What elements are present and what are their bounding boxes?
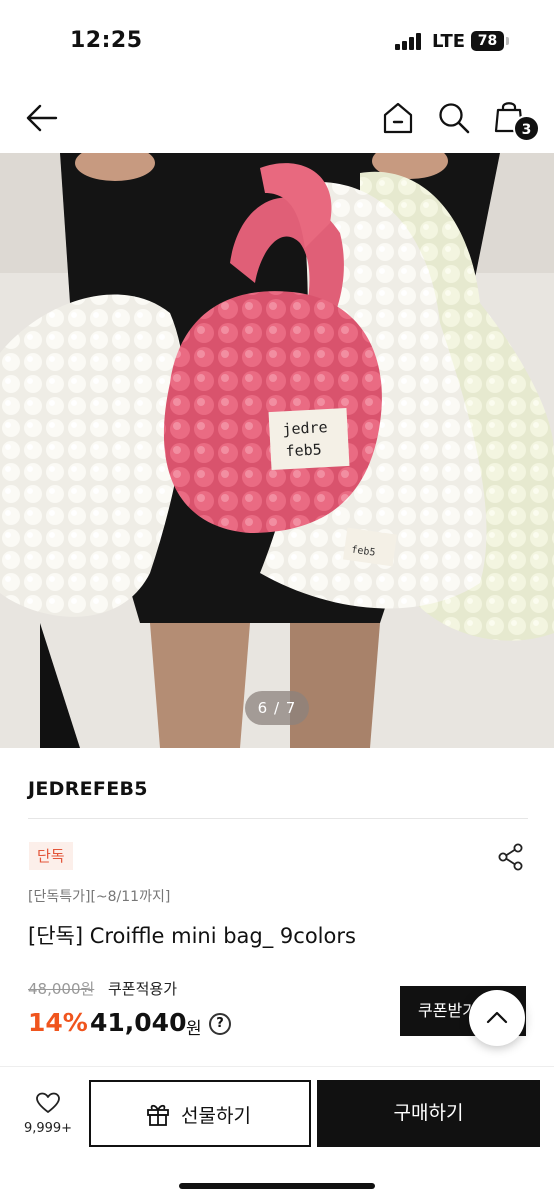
product-image-gallery[interactable]: jedre feb5 feb5 6 / 7 xyxy=(0,153,554,748)
like-button[interactable]: 9,999+ xyxy=(14,1091,82,1147)
cart-count-badge: 3 xyxy=(513,115,540,142)
brand-name[interactable]: JEDREFEB5 xyxy=(28,778,148,800)
image-page-indicator: 6 / 7 xyxy=(245,691,309,725)
product-title: [단독] Croiffle mini bag_ 9colors xyxy=(28,924,356,948)
chevron-up-icon xyxy=(486,1011,508,1024)
signal-icon xyxy=(395,32,423,50)
scroll-to-top-button[interactable] xyxy=(469,990,525,1046)
heart-icon xyxy=(36,1092,60,1113)
divider xyxy=(28,818,528,819)
battery-tip xyxy=(506,37,509,45)
bag-label-line1: jedre xyxy=(282,418,328,438)
original-price: 48,000원 xyxy=(28,980,95,998)
price-info-icon[interactable]: ? xyxy=(209,1013,231,1035)
bag-label-line2: feb5 xyxy=(285,440,322,460)
search-button[interactable] xyxy=(436,100,472,136)
promo-subtext: [단독특가][~8/11까지] xyxy=(28,889,171,905)
currency-label: 원 xyxy=(186,1019,202,1039)
back-button[interactable] xyxy=(24,102,60,134)
buy-button[interactable]: 구매하기 xyxy=(317,1080,540,1147)
share-button[interactable] xyxy=(496,842,526,872)
home-icon xyxy=(383,102,413,134)
home-button[interactable] xyxy=(380,100,416,136)
bottom-action-bar: 9,999+ 선물하기 구매하기 xyxy=(0,1066,554,1200)
coupon-applied-label: 쿠폰적용가 xyxy=(108,980,178,998)
exclusive-badge: 단독 xyxy=(29,842,73,870)
back-arrow-icon xyxy=(26,104,58,132)
product-photo: jedre feb5 feb5 xyxy=(0,153,554,748)
share-icon xyxy=(498,843,523,871)
network-label: LTE xyxy=(432,31,466,52)
gift-label: 선물하기 xyxy=(181,1104,251,1127)
top-navigation: 3 xyxy=(0,88,554,148)
like-count: 9,999+ xyxy=(23,1121,73,1136)
cart-button[interactable]: 3 xyxy=(492,98,542,142)
sale-price: 41,040 xyxy=(90,1008,187,1037)
home-indicator xyxy=(179,1183,375,1189)
gift-icon xyxy=(147,1104,169,1126)
discount-rate: 14% xyxy=(28,1008,88,1037)
search-icon xyxy=(439,103,470,134)
battery-icon: 78 xyxy=(471,31,504,51)
status-bar: 12:25 LTE 78 xyxy=(0,0,554,80)
status-time: 12:25 xyxy=(70,28,143,53)
gift-button[interactable]: 선물하기 xyxy=(89,1080,311,1147)
